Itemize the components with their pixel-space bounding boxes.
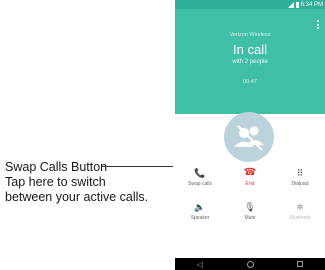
call-header: Verizon Wireless In call with 2 people 0… (175, 9, 325, 114)
phone-screen: 6:34 PM Verizon Wireless In call with 2 … (175, 0, 325, 270)
status-time: 6:34 PM (300, 1, 323, 8)
conference-avatar (224, 112, 274, 162)
swap-calls-button[interactable]: 📞 Swap calls (175, 167, 225, 187)
speaker-icon: 🔈 (194, 202, 206, 212)
dialpad-button[interactable]: ⠿ Dialpad (275, 167, 325, 187)
call-participants: with 2 people (232, 59, 268, 65)
screenshot-stage: Swap Calls Button Tap here to switch bet… (0, 0, 325, 270)
recent-apps-icon[interactable] (297, 261, 304, 267)
mute-button[interactable]: 🎙 Mute (225, 201, 275, 221)
mute-icon: 🎙 (244, 202, 256, 212)
call-status: In call (233, 42, 267, 57)
bluetooth-button[interactable]: ✱ Bluetooth (275, 201, 325, 221)
battery-icon (295, 1, 299, 8)
status-icons: 6:34 PM (287, 0, 323, 9)
carrier-name: Verizon Wireless (229, 32, 271, 38)
callout-leader-line (101, 166, 173, 167)
call-controls: 📞 Swap calls ☎ End ⠿ Dialpad 🔈 Speaker 🎙… (175, 163, 325, 258)
back-icon[interactable]: ◁ (197, 260, 203, 269)
dialpad-label: Dialpad (291, 181, 309, 187)
callout-title: Swap Calls Button (5, 160, 108, 174)
dialpad-icon: ⠿ (296, 168, 304, 178)
end-call-icon: ☎ (243, 167, 257, 178)
end-call-button[interactable]: ☎ End (225, 167, 275, 187)
callout-description-line-1: Tap here to switch (5, 175, 106, 189)
group-contact-icon (234, 125, 264, 151)
home-icon[interactable] (246, 260, 254, 268)
speaker-label: Speaker (190, 215, 210, 221)
end-call-label: End (245, 181, 255, 187)
overflow-menu-icon[interactable] (317, 20, 320, 29)
swap-calls-label: Swap calls (188, 181, 212, 187)
speaker-button[interactable]: 🔈 Speaker (175, 201, 225, 221)
bluetooth-icon: ✱ (296, 202, 304, 212)
bluetooth-label: Bluetooth (289, 215, 311, 221)
navigation-bar: ◁ (175, 258, 325, 270)
status-bar: 6:34 PM (175, 0, 325, 9)
signal-icon (287, 1, 294, 8)
call-timer: 00:47 (243, 79, 257, 85)
swap-calls-icon: 📞 (194, 168, 206, 178)
mute-label: Mute (244, 215, 256, 221)
callout-description-line-2: between your active calls. (5, 190, 149, 204)
